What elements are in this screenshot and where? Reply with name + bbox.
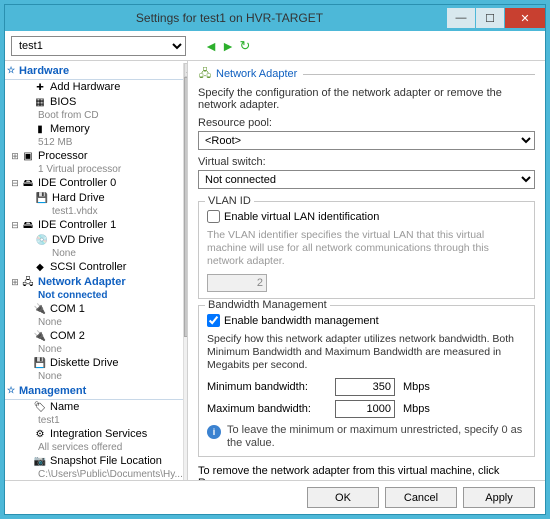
disk-icon: 💾	[35, 192, 49, 205]
bandwidth-description: Specify how this network adapter utilize…	[207, 333, 526, 372]
panel-description: Specify the configuration of the network…	[198, 87, 535, 111]
vlan-group: VLAN ID Enable virtual LAN identificatio…	[198, 201, 535, 299]
bandwidth-group-title: Bandwidth Management	[205, 299, 330, 311]
tree-sub-memory: 512 MB	[5, 137, 183, 149]
com-icon: 🔌	[33, 303, 47, 316]
tree-item-integration[interactable]: ⚙ Integration Services	[5, 427, 183, 442]
collapse-icon[interactable]: ⊟	[9, 177, 21, 190]
tree-item-memory[interactable]: ▮ Memory	[5, 122, 183, 137]
tree-item-scsi[interactable]: ◆ SCSI Controller	[5, 260, 183, 275]
forward-button[interactable]: ►	[221, 39, 235, 53]
tree-sub-diskette: None	[5, 371, 183, 383]
tree-item-ide0[interactable]: ⊟🖴 IDE Controller 0	[5, 176, 183, 191]
expand-icon[interactable]: ⊞	[9, 150, 21, 163]
vswitch-select[interactable]: Not connected	[198, 170, 535, 189]
content-area: Hardware 🞦 Add Hardware ▦ BIOS Boot from…	[5, 61, 545, 480]
controller-icon: 🖴	[21, 219, 35, 232]
tree-sub-processor: 1 Virtual processor	[5, 164, 183, 176]
window-title: Settings for test1 on HVR-TARGET	[13, 11, 446, 25]
cancel-button[interactable]: Cancel	[385, 487, 457, 508]
vm-selector[interactable]: test1	[11, 36, 186, 56]
info-icon: i	[207, 425, 221, 439]
panel-title: Network Adapter	[216, 68, 297, 80]
nic-icon: 🖧	[198, 67, 212, 81]
controller-icon: 🖴	[21, 177, 35, 190]
tree-sub-name: test1	[5, 415, 183, 427]
tree-item-snapshot[interactable]: 📷 Snapshot File Location	[5, 454, 183, 469]
tree-sub-com2: None	[5, 344, 183, 356]
tree-sub-hdd: test1.vhdx	[5, 206, 183, 218]
tree-item-hdd[interactable]: 💾 Hard Drive	[5, 191, 183, 206]
tree-sub-bios: Boot from CD	[5, 110, 183, 122]
dialog-footer: OK Cancel Apply	[5, 480, 545, 514]
minimize-button[interactable]: —	[447, 8, 475, 28]
tree-section-hardware: Hardware	[5, 63, 183, 80]
max-bandwidth-unit: Mbps	[403, 403, 430, 415]
ok-button[interactable]: OK	[307, 487, 379, 508]
add-hardware-icon: 🞦	[33, 81, 47, 94]
details-panel: 🖧 Network Adapter Specify the configurat…	[188, 61, 545, 480]
tree-sub-integration: All services offered	[5, 442, 183, 454]
maximize-button[interactable]: ☐	[476, 8, 504, 28]
name-icon: 🏷	[33, 401, 47, 414]
tree-section-management: Management	[5, 383, 183, 400]
settings-tree: Hardware 🞦 Add Hardware ▦ BIOS Boot from…	[5, 61, 188, 480]
tree-item-dvd[interactable]: 💿 DVD Drive	[5, 233, 183, 248]
bandwidth-group: Bandwidth Management Enable bandwidth ma…	[198, 305, 535, 457]
tree-item-diskette[interactable]: 💾 Diskette Drive	[5, 356, 183, 371]
tree-item-ide1[interactable]: ⊟🖴 IDE Controller 1	[5, 218, 183, 233]
tree-sub-nic: Not connected	[5, 290, 183, 302]
tree-item-nic[interactable]: ⊞🖧 Network Adapter	[5, 275, 183, 290]
remove-text: To remove the network adapter from this …	[198, 465, 535, 480]
min-bandwidth-unit: Mbps	[403, 381, 430, 393]
com-icon: 🔌	[33, 330, 47, 343]
vlan-checkbox-label: Enable virtual LAN identification	[224, 211, 379, 223]
resource-pool-select[interactable]: <Root>	[198, 131, 535, 150]
diskette-icon: 💾	[33, 357, 47, 370]
tree-item-add-hardware[interactable]: 🞦 Add Hardware	[5, 80, 183, 95]
scsi-icon: ◆	[33, 261, 47, 274]
min-bandwidth-label: Minimum bandwidth:	[207, 381, 327, 393]
apply-button[interactable]: Apply	[463, 487, 535, 508]
tree-sub-snapshot: C:\Users\Public\Documents\Hy...	[5, 469, 183, 480]
max-bandwidth-label: Maximum bandwidth:	[207, 403, 327, 415]
expand-icon[interactable]: ⊞	[9, 276, 21, 289]
vlan-checkbox[interactable]	[207, 210, 220, 223]
tree-sub-com1: None	[5, 317, 183, 329]
memory-icon: ▮	[33, 123, 47, 136]
processor-icon: ▣	[21, 150, 35, 163]
settings-window: Settings for test1 on HVR-TARGET — ☐ ✕ t…	[4, 4, 546, 515]
tree-sub-dvd: None	[5, 248, 183, 260]
min-bandwidth-input[interactable]	[335, 378, 395, 396]
tree-item-com1[interactable]: 🔌 COM 1	[5, 302, 183, 317]
nic-icon: 🖧	[21, 276, 35, 289]
collapse-icon[interactable]: ⊟	[9, 219, 21, 232]
snapshot-icon: 📷	[33, 455, 47, 468]
bandwidth-info: To leave the minimum or maximum unrestri…	[227, 424, 526, 450]
close-button[interactable]: ✕	[505, 8, 545, 28]
vlan-description: The VLAN identifier specifies the virtua…	[207, 229, 526, 268]
tree-item-name[interactable]: 🏷 Name	[5, 400, 183, 415]
toolbar: test1 ◄ ► ↻	[5, 31, 545, 61]
bandwidth-checkbox[interactable]	[207, 314, 220, 327]
tree-item-processor[interactable]: ⊞▣ Processor	[5, 149, 183, 164]
titlebar: Settings for test1 on HVR-TARGET — ☐ ✕	[5, 5, 545, 31]
refresh-button[interactable]: ↻	[238, 39, 252, 53]
vlan-group-title: VLAN ID	[205, 195, 254, 207]
bandwidth-checkbox-label: Enable bandwidth management	[224, 315, 379, 327]
tree-item-bios[interactable]: ▦ BIOS	[5, 95, 183, 110]
max-bandwidth-input[interactable]	[335, 400, 395, 418]
tree-item-com2[interactable]: 🔌 COM 2	[5, 329, 183, 344]
vswitch-label: Virtual switch:	[198, 156, 535, 168]
resource-pool-label: Resource pool:	[198, 117, 535, 129]
integration-icon: ⚙	[33, 428, 47, 441]
dvd-icon: 💿	[35, 234, 49, 247]
chip-icon: ▦	[33, 96, 47, 109]
back-button[interactable]: ◄	[204, 39, 218, 53]
vlan-id-input	[207, 274, 267, 292]
